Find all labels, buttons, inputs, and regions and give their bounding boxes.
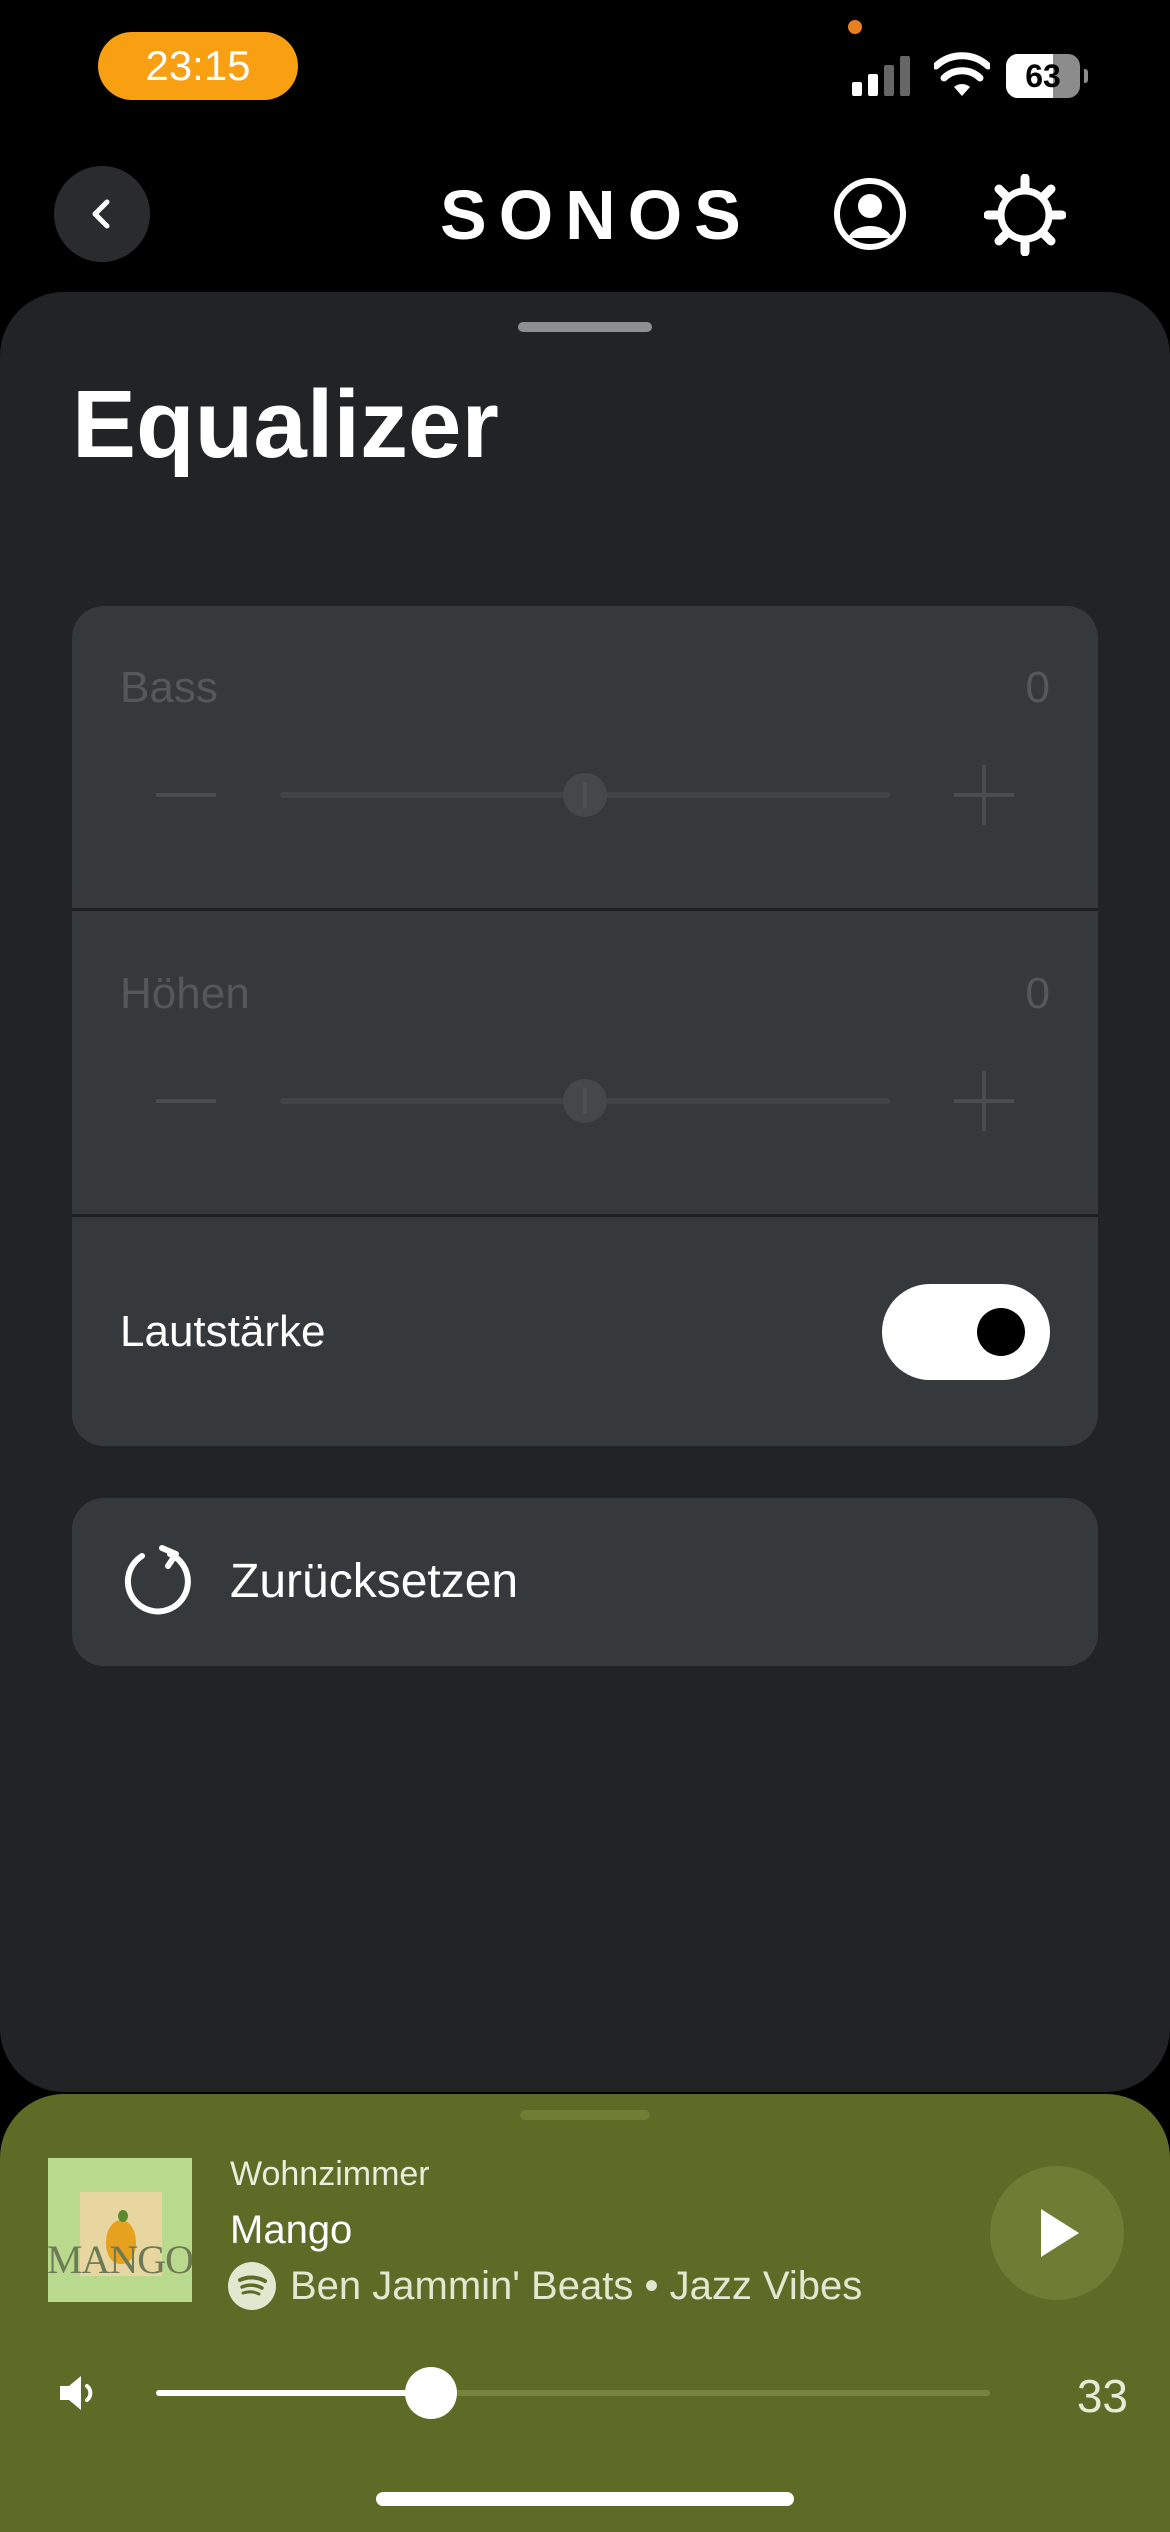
volume-value: 33 [1076,2370,1128,2422]
volume-thumb[interactable] [405,2367,458,2419]
track-title: Mango [230,2208,353,2252]
room-name: Wohnzimmer [230,2155,430,2193]
bass-slider[interactable] [280,773,890,817]
mango-leaf [118,2210,128,2222]
battery-percent: 63 [1025,58,1061,94]
volume-slider[interactable] [156,2367,990,2419]
volume-fill [156,2390,432,2396]
loudness-toggle[interactable] [882,1284,1050,1380]
gear-icon[interactable] [984,174,1066,256]
back-button[interactable] [54,166,150,262]
play-icon [1041,2209,1079,2257]
treble-label: Höhen [120,969,250,1018]
status-time: 23:15 [98,32,298,100]
bass-value: 0 [1025,663,1050,712]
sheet-drag-handle[interactable] [518,322,652,332]
camera-indicator-icon [848,20,862,34]
treble-slider[interactable] [280,1079,890,1123]
play-button[interactable] [990,2166,1124,2300]
account-icon[interactable] [832,176,908,252]
treble-slider-thumb[interactable] [563,1079,607,1123]
reset-label: Zurücksetzen [230,1555,519,1608]
loudness-label: Lautstärke [120,1307,326,1356]
spotify-icon [228,2262,276,2310]
album-art[interactable]: MANGO [48,2158,192,2302]
wifi-icon [934,52,990,96]
battery-icon: 63 [1006,54,1080,98]
bass-increase-button[interactable] [954,765,1014,825]
bass-label: Bass [120,663,218,712]
bass-slider-thumb[interactable] [563,773,607,817]
divider [72,1214,1098,1217]
bass-decrease-button[interactable] [156,793,216,797]
battery-nub [1084,69,1088,83]
treble-increase-button[interactable] [954,1071,1014,1131]
speaker-icon[interactable] [56,2372,102,2414]
player-drag-handle[interactable] [520,2110,650,2120]
back-chevron-icon [92,199,110,229]
album-art-title: MANGO [48,2237,192,2282]
reset-icon [124,1545,191,1615]
cellular-signal-icon [852,56,910,96]
reset-button[interactable] [72,1498,1098,1666]
treble-decrease-button[interactable] [156,1099,216,1103]
home-indicator [376,2492,794,2506]
toggle-knob [977,1308,1025,1356]
page-title: Equalizer [72,371,499,478]
treble-value: 0 [1025,969,1050,1018]
battery-indicator: 63 [1006,54,1088,98]
sonos-logo: SONOS [440,176,753,254]
artist-line: Ben Jammin' Beats • Jazz Vibes [290,2264,863,2308]
divider [72,908,1098,911]
